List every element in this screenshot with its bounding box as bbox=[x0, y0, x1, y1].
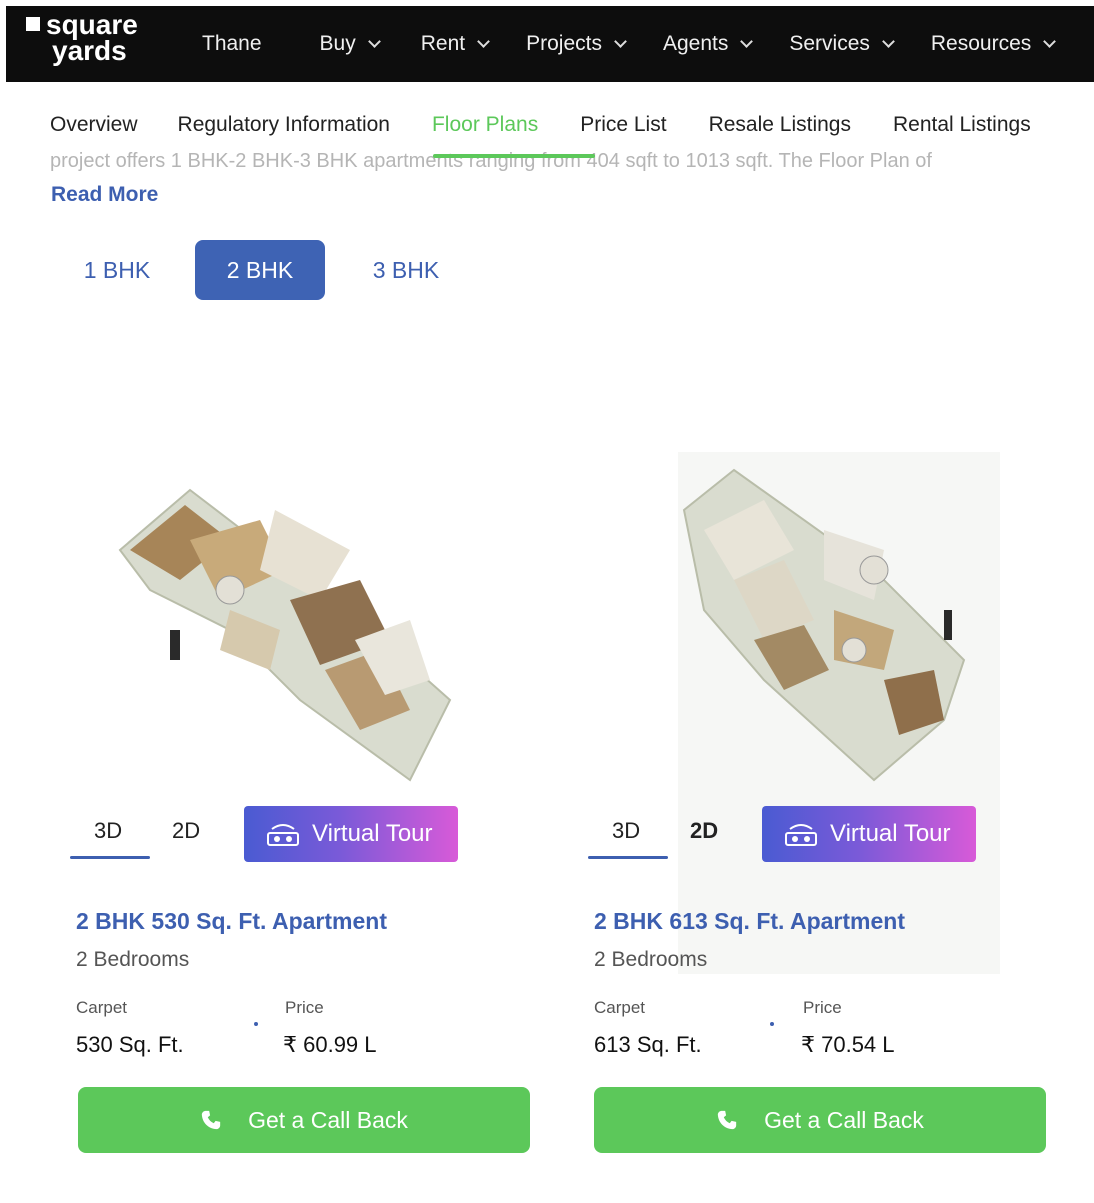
tab-floor-plans[interactable]: Floor Plans bbox=[432, 113, 538, 137]
apartment-title[interactable]: 2 BHK 530 Sq. Ft. Apartment bbox=[76, 908, 387, 935]
tab-overview[interactable]: Overview bbox=[50, 113, 138, 137]
phone-icon bbox=[717, 1110, 737, 1130]
virtual-tour-button[interactable]: Virtual Tour bbox=[762, 806, 976, 862]
virtual-tour-label: Virtual Tour bbox=[312, 820, 433, 847]
view-2d-tab[interactable]: 2D bbox=[172, 818, 200, 844]
read-more-link[interactable]: Read More bbox=[51, 183, 158, 207]
bhk-tab-3[interactable]: 3 BHK bbox=[341, 240, 471, 300]
chevron-down-icon bbox=[477, 34, 490, 48]
view-3d-tab[interactable]: 3D bbox=[612, 818, 640, 844]
view-3d-tab[interactable]: 3D bbox=[94, 818, 122, 844]
nav-label: Thane bbox=[202, 32, 262, 55]
bedrooms-text: 2 Bedrooms bbox=[76, 948, 190, 971]
floor-plan-3d-image[interactable] bbox=[110, 480, 490, 800]
nav-label: Resources bbox=[930, 32, 1032, 55]
nav-item-services[interactable]: Services bbox=[789, 32, 895, 56]
nav-item-buy[interactable]: Buy bbox=[319, 32, 381, 56]
nav-item-resources[interactable]: Resources bbox=[930, 32, 1057, 56]
apartment-title[interactable]: 2 BHK 613 Sq. Ft. Apartment bbox=[594, 908, 905, 935]
carpet-label: Carpet bbox=[76, 998, 128, 1017]
carpet-label: Carpet bbox=[594, 998, 646, 1017]
virtual-tour-button[interactable]: Virtual Tour bbox=[244, 806, 458, 862]
nav-menu: Thane Buy Rent Projects Agents Services … bbox=[202, 6, 1057, 82]
top-navbar: square yards Thane Buy Rent Projects Age… bbox=[6, 6, 1094, 82]
nav-item-thane[interactable]: Thane bbox=[202, 32, 262, 56]
section-tabs: Overview Regulatory Information Floor Pl… bbox=[50, 108, 1031, 142]
chevron-down-icon bbox=[1043, 34, 1057, 48]
tab-regulatory-information[interactable]: Regulatory Information bbox=[178, 113, 390, 137]
call-back-label: Get a Call Back bbox=[764, 1106, 924, 1133]
bedrooms-text: 2 Bedrooms bbox=[594, 948, 708, 971]
tab-rental-listings[interactable]: Rental Listings bbox=[893, 113, 1031, 137]
chevron-down-icon bbox=[740, 34, 754, 48]
floor-plan-card: 3D 2D Virtual Tour 2 BHK 530 Sq. Ft. Apa… bbox=[70, 440, 576, 1170]
tab-resale-listings[interactable]: Resale Listings bbox=[709, 113, 851, 137]
tab-price-list[interactable]: Price List bbox=[580, 113, 666, 137]
carpet-value: 613 Sq. Ft. bbox=[594, 1032, 702, 1057]
nav-item-rent[interactable]: Rent bbox=[420, 32, 490, 56]
bhk-tab-1[interactable]: 1 BHK bbox=[52, 240, 182, 300]
call-back-label: Get a Call Back bbox=[248, 1106, 408, 1133]
get-call-back-button[interactable]: Get a Call Back bbox=[594, 1087, 1046, 1153]
bhk-tab-2[interactable]: 2 BHK bbox=[195, 240, 325, 300]
floor-plan-3d-image[interactable] bbox=[674, 460, 1004, 790]
price-label: Price bbox=[803, 998, 842, 1017]
nav-item-agents[interactable]: Agents bbox=[662, 32, 754, 56]
logo-line-2: yards bbox=[52, 35, 127, 66]
360-vr-icon bbox=[267, 824, 299, 846]
price-label: Price bbox=[285, 998, 324, 1017]
chevron-down-icon bbox=[614, 34, 627, 48]
price-value: ₹ 60.99 L bbox=[283, 1032, 377, 1057]
nav-item-projects[interactable]: Projects bbox=[526, 32, 627, 56]
price-value: ₹ 70.54 L bbox=[801, 1032, 895, 1057]
nav-label: Buy bbox=[319, 32, 356, 55]
view-2d-tab[interactable]: 2D bbox=[690, 818, 718, 844]
floor-plan-card: 3D 2D Virtual Tour 2 BHK 613 Sq. Ft. Apa… bbox=[588, 440, 1094, 1170]
view-3d-active-indicator bbox=[588, 856, 668, 859]
brand-logo[interactable]: square yards bbox=[26, 11, 138, 66]
active-tab-indicator bbox=[433, 154, 595, 158]
360-vr-icon bbox=[785, 824, 817, 846]
separator-dot bbox=[770, 1022, 774, 1026]
chevron-down-icon bbox=[367, 34, 381, 48]
nav-label: Agents bbox=[662, 32, 729, 55]
virtual-tour-label: Virtual Tour bbox=[830, 820, 951, 847]
separator-dot bbox=[254, 1022, 258, 1026]
logo-square-icon bbox=[26, 17, 40, 31]
view-3d-active-indicator bbox=[70, 856, 150, 859]
nav-label: Services bbox=[789, 32, 870, 55]
chevron-down-icon bbox=[882, 34, 895, 48]
get-call-back-button[interactable]: Get a Call Back bbox=[78, 1087, 530, 1153]
nav-label: Rent bbox=[420, 32, 466, 55]
phone-icon bbox=[201, 1110, 221, 1130]
carpet-value: 530 Sq. Ft. bbox=[76, 1032, 184, 1057]
nav-label: Projects bbox=[526, 32, 602, 55]
